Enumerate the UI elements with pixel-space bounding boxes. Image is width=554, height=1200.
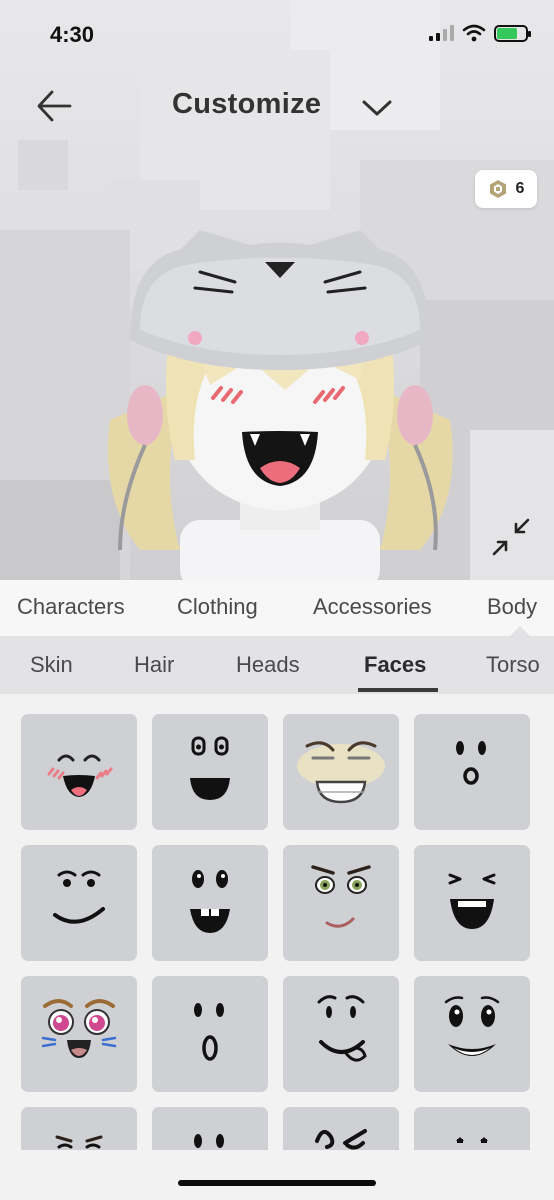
robux-amount: 6 bbox=[515, 180, 525, 197]
subtab-hair[interactable]: Hair bbox=[134, 652, 174, 678]
angry-brows-face bbox=[55, 1135, 103, 1149]
anime-cat-face bbox=[41, 999, 117, 1058]
face-tile-toothy[interactable] bbox=[152, 845, 268, 961]
status-icons bbox=[429, 24, 531, 42]
face-tile-laughing[interactable] bbox=[414, 845, 530, 961]
face-tile-angry-brows[interactable] bbox=[21, 1107, 137, 1150]
open-mouth-face bbox=[190, 736, 230, 800]
tongue-face bbox=[317, 995, 367, 1062]
active-category-indicator bbox=[510, 626, 530, 636]
faces-grid bbox=[0, 694, 554, 1150]
green-eyes-face bbox=[311, 865, 371, 928]
bottom-safe-area bbox=[0, 1150, 554, 1200]
big-smile-face bbox=[444, 996, 500, 1056]
face-tile-blush-smile[interactable] bbox=[21, 714, 137, 830]
status-bar: 4:30 bbox=[0, 0, 554, 70]
home-indicator[interactable] bbox=[178, 1180, 376, 1186]
subtab-torso[interactable]: Torso bbox=[486, 652, 540, 678]
face-tile-dots[interactable] bbox=[152, 1107, 268, 1150]
page-title[interactable]: Customize bbox=[172, 88, 321, 121]
avatar-preview[interactable] bbox=[70, 220, 490, 580]
o-mouth-face bbox=[194, 1003, 224, 1061]
small-eyes-face bbox=[456, 1137, 488, 1143]
tab-body[interactable]: Body bbox=[487, 594, 537, 620]
wifi-icon bbox=[462, 24, 486, 42]
robux-balance-button[interactable]: 6 bbox=[475, 170, 537, 208]
tab-characters[interactable]: Characters bbox=[17, 594, 125, 620]
squiggle-face bbox=[315, 1129, 367, 1150]
face-tile-o-mouth[interactable] bbox=[152, 976, 268, 1092]
smirk-face bbox=[53, 870, 105, 924]
face-tile-surprised[interactable] bbox=[414, 714, 530, 830]
face-tile-anime-cat[interactable] bbox=[21, 976, 137, 1092]
avatar-viewport[interactable] bbox=[0, 0, 554, 580]
face-tile-big-smile[interactable] bbox=[414, 976, 530, 1092]
battery-charging-icon bbox=[494, 24, 531, 42]
face-tile-small-eyes[interactable] bbox=[414, 1107, 530, 1150]
subtab-skin[interactable]: Skin bbox=[30, 652, 73, 678]
face-tile-squiggle[interactable] bbox=[283, 1107, 399, 1150]
face-tile-grin[interactable] bbox=[283, 714, 399, 830]
face-tile-smirk[interactable] bbox=[21, 845, 137, 961]
face-tile-tongue[interactable] bbox=[283, 976, 399, 1092]
sub-tabs: Skin Hair Heads Faces Torso bbox=[0, 636, 554, 694]
collapse-arrows-icon[interactable] bbox=[490, 516, 532, 558]
tab-accessories[interactable]: Accessories bbox=[313, 594, 432, 620]
subtab-faces[interactable]: Faces bbox=[364, 652, 426, 678]
chevron-down-icon[interactable] bbox=[360, 94, 394, 122]
laughing-face bbox=[448, 873, 496, 929]
active-subtab-underline bbox=[358, 688, 438, 692]
surprised-face bbox=[456, 741, 486, 785]
arrow-left-icon[interactable] bbox=[34, 86, 74, 126]
robux-icon bbox=[489, 180, 506, 198]
signal-icon bbox=[429, 25, 454, 41]
subtab-heads[interactable]: Heads bbox=[236, 652, 300, 678]
grin-face bbox=[297, 741, 385, 804]
dots-face bbox=[194, 1134, 224, 1148]
category-tabs: Characters Clothing Accessories Body bbox=[0, 580, 554, 636]
background-block bbox=[18, 140, 68, 190]
face-tile-open-mouth[interactable] bbox=[152, 714, 268, 830]
tab-clothing[interactable]: Clothing bbox=[177, 594, 258, 620]
toothy-face bbox=[190, 870, 230, 933]
blush-smile-face bbox=[47, 754, 113, 797]
face-tile-green-eyes[interactable] bbox=[283, 845, 399, 961]
status-time: 4:30 bbox=[50, 22, 95, 47]
